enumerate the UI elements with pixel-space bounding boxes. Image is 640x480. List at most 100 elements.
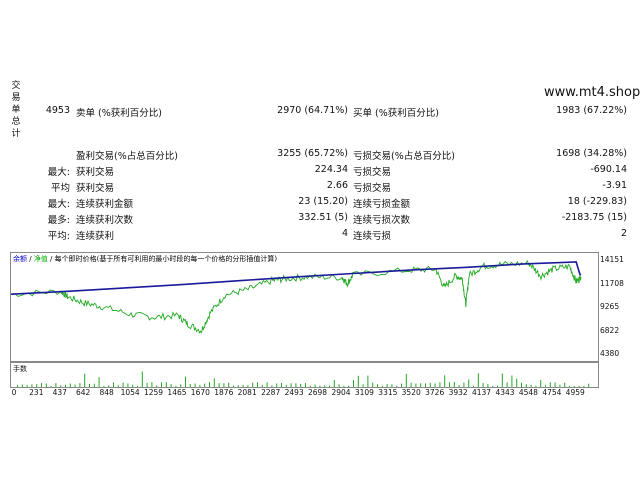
volume-bar	[511, 375, 513, 387]
max-consec-label: 最大:	[47, 199, 70, 210]
average-loss-value: -3.91	[602, 180, 627, 191]
x-tick-label: 4343	[495, 388, 515, 397]
x-tick-label: 4959	[565, 388, 585, 397]
volume-bar	[189, 384, 191, 387]
volume-bar	[569, 385, 570, 387]
volume-bar	[506, 382, 508, 387]
volume-bar	[477, 373, 479, 387]
volume-bar	[329, 385, 330, 387]
volume-bar	[55, 383, 57, 387]
volume-bar	[482, 383, 484, 387]
volume-bar	[228, 382, 230, 387]
x-tick-label: 1670	[190, 388, 210, 397]
average-profit-label: 获利交易	[76, 183, 115, 194]
volume-bar	[540, 379, 542, 387]
profit-trades-label: 盈利交易(%占总百分比)	[76, 151, 178, 162]
volume-bar	[209, 382, 210, 387]
buy-label: 买单 (%获利百分比)	[353, 108, 439, 119]
volume-bar	[305, 383, 306, 387]
volume-plot	[17, 371, 590, 387]
largest-loss-value: -690.14	[590, 164, 627, 175]
volume-bar	[530, 384, 532, 387]
y-tick-label: 9265	[600, 302, 620, 311]
x-tick-label: 1054	[120, 388, 140, 397]
volume-bar	[473, 385, 474, 387]
x-tick-label: 2904	[331, 388, 351, 397]
stats-row-total: 4953 卖单 (%获利百分比) 2970 (64.71%) 买单 (%获利百分…	[0, 105, 640, 121]
most-consec-profit-value: 332.51 (5)	[298, 212, 348, 223]
volume-bar	[17, 385, 18, 387]
volume-bar	[103, 385, 105, 387]
sell-value: 2970 (64.71%)	[277, 105, 348, 116]
volume-bar	[357, 375, 359, 387]
volume-bar	[213, 378, 215, 387]
x-tick-label: 3726	[425, 388, 445, 397]
stats-row-average-consecutive: 平均: 连续获利 4 连续亏损 2	[0, 228, 640, 244]
volume-bar	[36, 384, 38, 387]
volume-bar	[194, 383, 196, 387]
y-tick-label: 4380	[600, 349, 620, 358]
stats-row-max-consecutive: 最大: 连续获利金额 23 (15.20) 连续亏损金额 18 (-229.83…	[0, 196, 640, 212]
volume-bar	[257, 382, 258, 387]
buy-value: 1983 (67.22%)	[556, 105, 627, 116]
volume-bar	[386, 384, 388, 387]
x-tick-label: 1465	[167, 388, 187, 397]
volume-bar	[420, 383, 422, 387]
volume-bar	[242, 384, 244, 387]
stats-row-average: 平均 获利交易 2.66 亏损交易 -3.91	[0, 180, 640, 196]
volume-bar	[271, 385, 273, 387]
volume-bar	[348, 385, 350, 387]
volume-bar	[497, 385, 498, 387]
volume-bar	[434, 383, 436, 387]
volume-bar	[516, 378, 518, 387]
volume-bar	[89, 383, 90, 387]
volume-bar	[223, 383, 225, 387]
volume-bar	[425, 383, 426, 387]
volume-bar	[444, 375, 446, 387]
volume-bar	[65, 384, 66, 387]
volume-bar	[45, 383, 47, 387]
volume-bar	[161, 382, 162, 387]
volume-bar	[314, 384, 316, 387]
volume-bar	[276, 383, 278, 387]
volume-bar	[84, 373, 86, 387]
volume-bar	[324, 385, 326, 387]
largest-profit-label: 获利交易	[76, 167, 115, 178]
volume-bar	[377, 384, 378, 387]
volume-bar	[156, 385, 158, 387]
legend-separator: /	[47, 255, 55, 263]
x-tick-label: 848	[99, 388, 114, 397]
most-label: 最多:	[47, 215, 70, 226]
most-consec-loss-value: -2183.75 (15)	[561, 212, 627, 223]
side-label-char: 交	[11, 81, 21, 91]
site-watermark: www.mt4.shop	[544, 85, 640, 100]
volume-bar	[372, 382, 374, 387]
volume-bar	[343, 385, 345, 387]
volume-bar	[367, 375, 369, 387]
volume-bar	[26, 385, 28, 387]
x-axis-ticks: 0 231 437 642 848 1054 1259 1465 1670 1876 2081 228…	[10, 388, 600, 400]
x-tick-label: 231	[29, 388, 44, 397]
equity-line	[11, 260, 582, 334]
volume-bar	[31, 384, 33, 387]
x-tick-label: 2493	[284, 388, 304, 397]
volume-bar	[554, 382, 556, 387]
x-tick-label: 1259	[143, 388, 164, 397]
x-tick-label: 3109	[354, 388, 374, 397]
equity-chart-plot	[11, 260, 582, 334]
x-tick-label: 4754	[542, 388, 562, 397]
volume-bar	[108, 385, 110, 387]
stats-row-largest: 最大: 获利交易 224.34 亏损交易 -690.14	[0, 164, 640, 180]
volume-bar	[261, 385, 263, 387]
avg-consec-losses-value: 2	[620, 228, 627, 239]
x-tick-label: 1876	[214, 388, 234, 397]
volume-bar	[453, 382, 455, 387]
volume-bar	[74, 384, 76, 387]
y-tick-label: 6822	[600, 325, 620, 335]
legend-note: 每个即时价格(基于所有可利用的最小时段的每一个价格的分形插值计算)	[54, 255, 278, 263]
volume-bar	[127, 383, 129, 387]
volume-bar	[405, 373, 407, 387]
side-label-char: 易	[11, 93, 21, 103]
largest-label: 最大:	[47, 167, 70, 178]
volume-bar	[285, 385, 287, 387]
